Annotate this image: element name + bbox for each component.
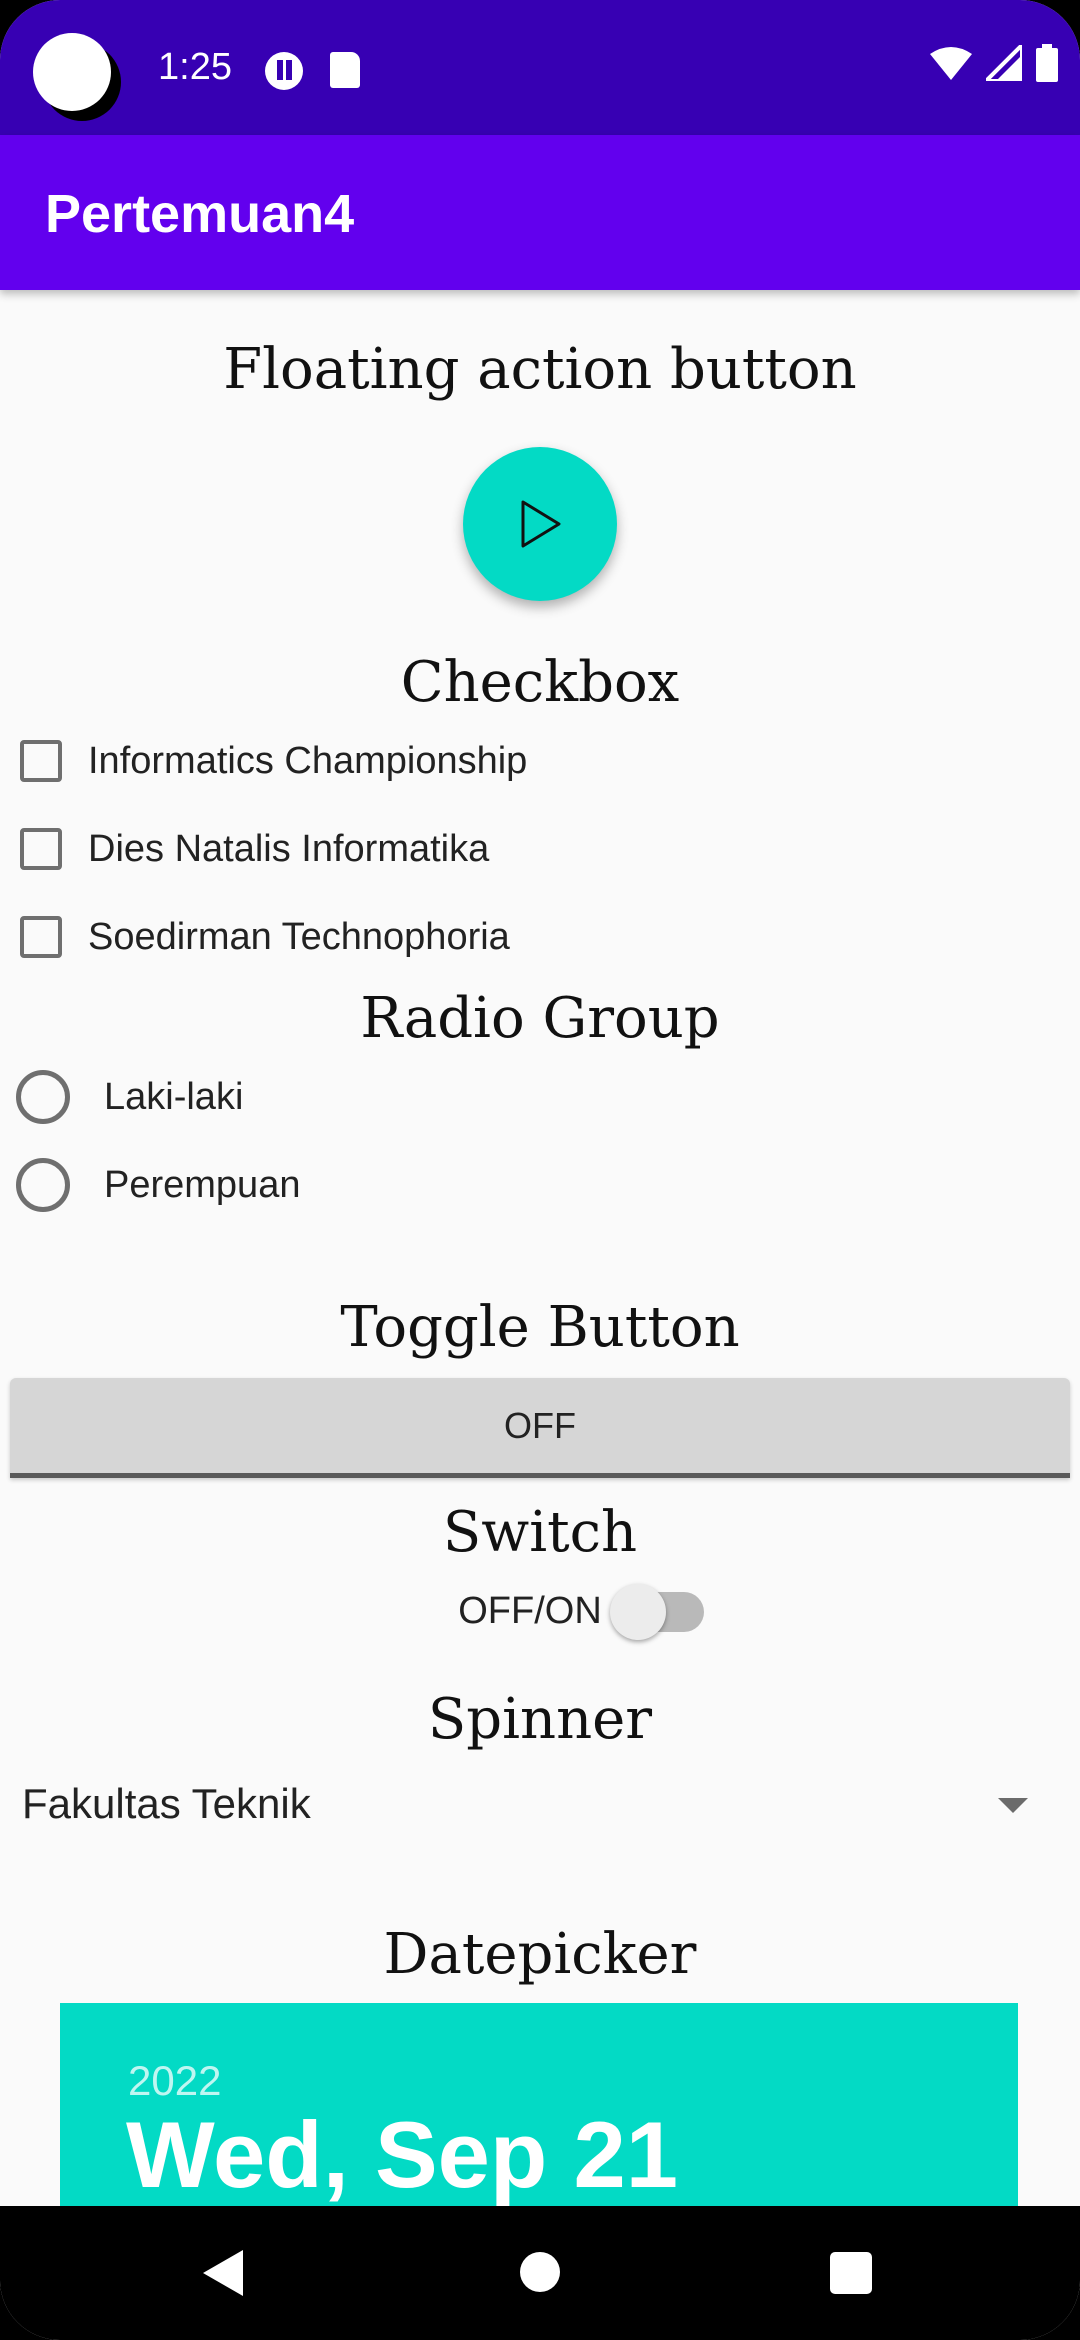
spinner-section-title: Spinner [427,1687,653,1752]
checkbox-label: Informatics Championship [88,739,528,782]
signal-icon [986,45,1022,81]
navigation-bar [0,2206,1080,2340]
checkbox-soedirman-technophoria[interactable]: Soedirman Technophoria [16,902,510,972]
checkbox-label: Soedirman Technophoria [88,915,510,958]
checkbox-informatics-championship[interactable]: Informatics Championship [16,726,527,796]
faculty-spinner[interactable]: Fakultas Teknik [0,1770,1080,1840]
switch-toggle[interactable] [609,1583,704,1640]
switch-thumb[interactable] [609,1583,666,1640]
back-icon[interactable] [203,2250,243,2296]
radio-perempuan[interactable]: Perempuan [16,1150,300,1220]
camera-cutout [33,33,111,111]
switch-section-title: Switch [442,1500,638,1565]
fab-section-title: Floating action button [223,337,857,402]
wifi-icon [930,47,972,80]
radio-section-title: Radio Group [360,986,720,1051]
home-icon[interactable] [520,2252,560,2292]
app-title: Pertemuan4 [45,184,355,244]
checkbox-section-title: Checkbox [400,650,680,715]
checkbox-box[interactable] [20,740,62,782]
switch-row[interactable]: OFF/ON [0,1583,1080,1640]
status-time: 1:25 [158,46,232,88]
app-bar: Pertemuan4 [0,135,1080,290]
radio-label: Perempuan [104,1163,301,1206]
battery-icon [1036,44,1058,82]
checkbox-label: Dies Natalis Informatika [88,827,490,870]
datepicker-selected-date[interactable]: Wed, Sep 21 [126,2101,678,2209]
dropdown-arrow-icon[interactable] [998,1798,1028,1813]
floating-action-button[interactable] [463,447,617,601]
radio-circle[interactable] [16,1158,70,1212]
screen: 1:25 Pertemuan4 Floating action button C… [0,0,1080,2340]
toggle-button[interactable]: OFF [10,1378,1070,1478]
sd-card-icon [330,52,360,88]
status-right-icons [930,44,1058,82]
checkbox-box[interactable] [20,828,62,870]
data-saver-icon [265,52,303,90]
datepicker-section-title: Datepicker [383,1922,697,1987]
toggle-section-title: Toggle Button [340,1295,740,1360]
status-bar: 1:25 [0,0,1080,135]
spinner-selected-value: Fakultas Teknik [22,1780,311,1827]
switch-label: OFF/ON [458,1590,602,1632]
play-icon [521,500,561,548]
recents-icon[interactable] [830,2252,872,2294]
datepicker-year[interactable]: 2022 [128,2057,221,2105]
radio-laki-laki[interactable]: Laki-laki [16,1062,243,1132]
radio-circle[interactable] [16,1070,70,1124]
checkbox-box[interactable] [20,916,62,958]
radio-label: Laki-laki [104,1075,244,1118]
checkbox-dies-natalis[interactable]: Dies Natalis Informatika [16,814,489,884]
